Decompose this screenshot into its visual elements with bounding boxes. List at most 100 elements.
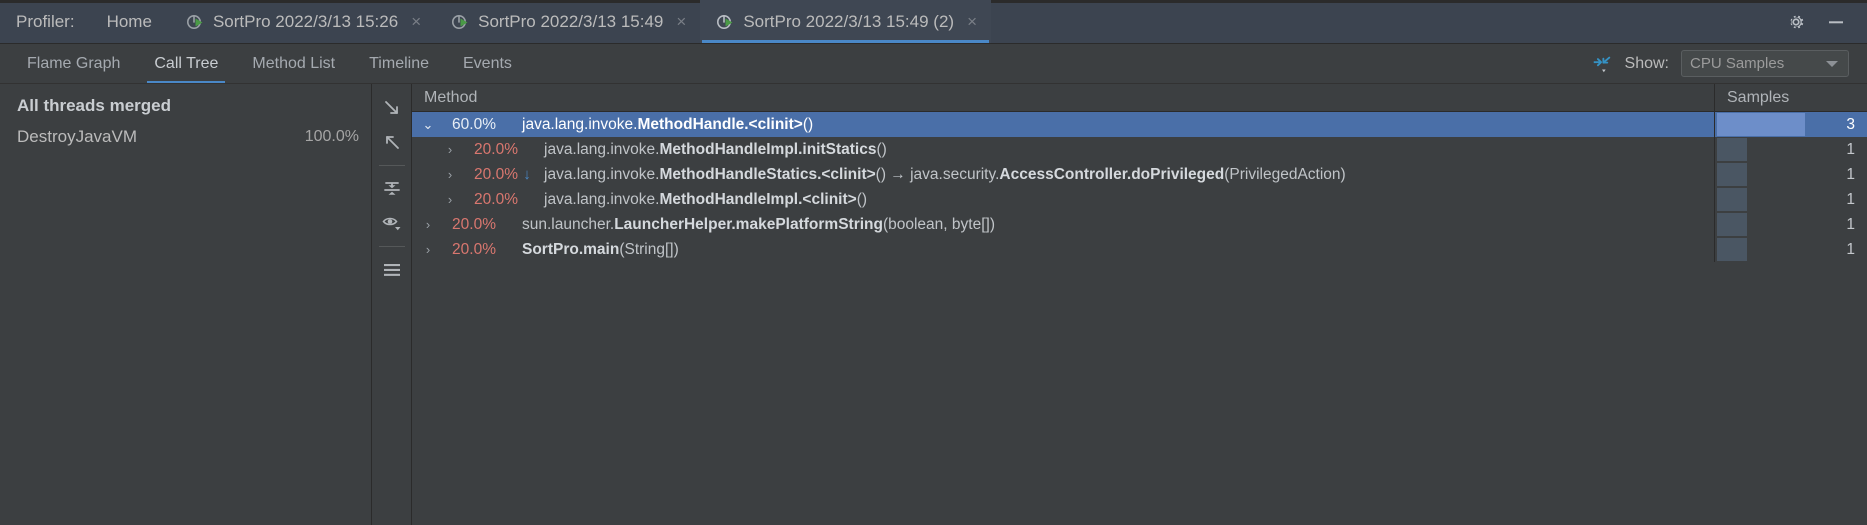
table-row[interactable]: › 20.0% SortPro.main(String[]) 1: [412, 237, 1867, 262]
cell-method: › 20.0% ↓ java.lang.invoke.MethodHandleStat…: [412, 162, 1715, 187]
session-tab-2[interactable]: SortPro 2022/3/13 15:49 ×: [435, 0, 700, 43]
strip-separator-2: [378, 246, 405, 247]
row-percent: 20.0%: [452, 240, 496, 258]
view-tab-list: Flame Graph Call Tree Method List Timeli…: [0, 44, 529, 83]
table-row[interactable]: › 20.0% ↓ java.lang.invoke.MethodHandleStat…: [412, 162, 1867, 187]
table-row[interactable]: › 20.0% sun.launcher.LauncherHelper.makePl…: [412, 212, 1867, 237]
cell-method: › 20.0% java.lang.invoke.MethodHandleImpl.…: [412, 187, 1715, 212]
chevron-down-icon: [1826, 60, 1838, 67]
row-percent: 20.0%: [474, 140, 518, 158]
tab-flame-graph-label: Flame Graph: [27, 54, 121, 72]
threads-panel-header-label: All threads merged: [17, 95, 171, 115]
session-tab-1-close-icon[interactable]: ×: [407, 13, 421, 30]
session-tab-1[interactable]: SortPro 2022/3/13 15:26 ×: [170, 0, 435, 43]
tab-method-list[interactable]: Method List: [235, 44, 352, 83]
samples-bar: [1717, 138, 1748, 161]
samples-value: 1: [1846, 140, 1855, 158]
tab-bar-spacer: [991, 0, 1785, 43]
profiler-window: Profiler: Home SortPro 2022/3/13 15:26 ×: [0, 0, 1867, 525]
samples-value: 1: [1846, 190, 1855, 208]
minimize-icon[interactable]: [1825, 11, 1847, 33]
row-percent: 20.0%: [452, 215, 496, 233]
table-row[interactable]: › 20.0% java.lang.invoke.MethodHandleImpl.…: [412, 137, 1867, 162]
tab-timeline[interactable]: Timeline: [352, 44, 446, 83]
cell-samples: 3: [1715, 112, 1867, 137]
cell-samples: 1: [1715, 187, 1867, 212]
filter-visibility-icon[interactable]: [376, 207, 408, 239]
method-signature: sun.launcher.LauncherHelper.makePlatform…: [522, 215, 995, 233]
show-select-value: CPU Samples: [1690, 55, 1785, 72]
session-tab-3[interactable]: SortPro 2022/3/13 15:49 (2) ×: [700, 0, 991, 43]
chevron-right-icon[interactable]: ›: [418, 242, 438, 257]
session-tab-bar: Profiler: Home SortPro 2022/3/13 15:26 ×: [0, 0, 1867, 44]
tree-actions-strip: [372, 84, 412, 525]
column-header-samples[interactable]: Samples: [1715, 84, 1867, 111]
table-row[interactable]: › 20.0% java.lang.invoke.MethodHandleImpl.…: [412, 187, 1867, 212]
call-tree-table: Method Samples ⌄ 60.0% java.lang.invoke.Me…: [412, 84, 1867, 525]
samples-bar: [1717, 163, 1748, 186]
samples-value: 3: [1846, 115, 1855, 133]
show-select[interactable]: CPU Samples: [1681, 50, 1849, 77]
method-signature: java.lang.invoke.MethodHandleImpl.initSt…: [544, 140, 887, 158]
session-tab-2-close-icon[interactable]: ×: [672, 13, 686, 30]
strip-separator-1: [378, 165, 405, 166]
toolbar-right-group: Show: CPU Samples: [1591, 44, 1867, 83]
cell-method: ⌄ 60.0% java.lang.invoke.MethodHandle.<cli…: [412, 112, 1715, 137]
cell-samples: 1: [1715, 137, 1867, 162]
threads-panel: All threads merged DestroyJavaVM 100.0%: [0, 84, 372, 525]
gear-icon[interactable]: [1785, 11, 1807, 33]
session-tab-2-label: SortPro 2022/3/13 15:49: [478, 11, 664, 31]
chevron-right-icon[interactable]: ›: [418, 217, 438, 232]
cell-samples: 1: [1715, 237, 1867, 262]
method-signature: java.lang.invoke.MethodHandleStatics.<cl…: [544, 165, 1346, 183]
chevron-right-icon[interactable]: ›: [440, 192, 460, 207]
method-signature: java.lang.invoke.MethodHandle.<clinit>(): [522, 115, 814, 133]
cell-method: › 20.0% SortPro.main(String[]): [412, 237, 1715, 262]
chevron-down-icon[interactable]: ⌄: [418, 117, 438, 133]
column-header-method[interactable]: Method: [412, 84, 1715, 111]
profiler-run-icon: [716, 13, 734, 31]
method-signature: SortPro.main(String[]): [522, 240, 679, 258]
method-signature: java.lang.invoke.MethodHandleImpl.<clini…: [544, 190, 868, 208]
samples-value: 1: [1846, 165, 1855, 183]
cell-samples: 1: [1715, 162, 1867, 187]
row-percent: 60.0%: [452, 115, 496, 133]
session-tab-3-close-icon[interactable]: ×: [963, 13, 977, 30]
tab-method-list-label: Method List: [252, 54, 336, 72]
tab-timeline-label: Timeline: [369, 54, 429, 72]
tab-flame-graph[interactable]: Flame Graph: [10, 44, 137, 83]
tab-events-label: Events: [463, 54, 512, 72]
thread-item-name: DestroyJavaVM: [17, 126, 137, 146]
collapse-arrows-icon[interactable]: [1591, 53, 1613, 75]
table-row[interactable]: ⌄ 60.0% java.lang.invoke.MethodHandle.<cli…: [412, 112, 1867, 137]
thread-item-destroyjavavm[interactable]: DestroyJavaVM 100.0%: [0, 121, 371, 152]
tab-call-tree[interactable]: Call Tree: [137, 44, 235, 83]
session-tab-1-label: SortPro 2022/3/13 15:26: [212, 11, 399, 31]
merge-frames-icon[interactable]: [376, 173, 408, 205]
chevron-right-icon[interactable]: ›: [440, 167, 460, 182]
view-toolbar: Flame Graph Call Tree Method List Timeli…: [0, 44, 1867, 84]
samples-value: 1: [1846, 240, 1855, 258]
window-actions: [1785, 0, 1867, 43]
tab-home[interactable]: Home: [89, 0, 170, 43]
thread-item-percent: 100.0%: [304, 127, 359, 145]
threads-panel-header[interactable]: All threads merged: [0, 90, 371, 121]
session-tab-3-label: SortPro 2022/3/13 15:49 (2): [743, 11, 955, 31]
collapse-all-icon[interactable]: [376, 126, 408, 158]
tab-events[interactable]: Events: [446, 44, 529, 83]
menu-icon[interactable]: [376, 254, 408, 286]
cell-method: › 20.0% sun.launcher.LauncherHelper.makePl…: [412, 212, 1715, 237]
profiler-label: Profiler:: [16, 11, 75, 31]
samples-bar: [1717, 113, 1806, 136]
samples-bar: [1717, 238, 1748, 261]
profiler-run-icon: [451, 13, 469, 31]
samples-bar: [1717, 213, 1748, 236]
profiler-run-icon: [186, 13, 204, 31]
recursion-down-arrow-icon: ↓: [523, 166, 531, 183]
tab-call-tree-label: Call Tree: [154, 54, 219, 72]
chevron-right-icon[interactable]: ›: [440, 142, 460, 157]
samples-bar: [1717, 188, 1748, 211]
expand-all-icon[interactable]: [376, 92, 408, 124]
tab-home-label: Home: [106, 11, 152, 31]
